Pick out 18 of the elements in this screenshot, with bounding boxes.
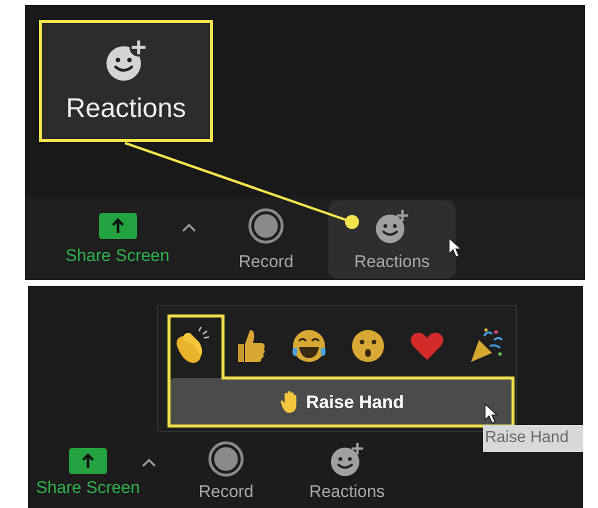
cursor-icon	[484, 403, 498, 425]
caret-icon[interactable]	[142, 458, 156, 467]
cursor-icon	[448, 237, 462, 259]
caret-icon[interactable]	[182, 223, 196, 232]
tooltip: Raise Hand	[483, 425, 583, 452]
record-button[interactable]: Record	[176, 434, 276, 502]
record-button[interactable]: Record	[216, 201, 316, 276]
record-icon	[247, 207, 285, 245]
share-screen-button[interactable]: Share Screen	[55, 201, 180, 270]
share-screen-button[interactable]: Share Screen	[36, 434, 140, 498]
raise-hand-button[interactable]: Raise Hand	[169, 378, 513, 426]
reactions-button[interactable]: Reactions	[329, 201, 455, 278]
smiley-plus-icon	[328, 440, 366, 478]
hand-icon	[278, 390, 298, 414]
callout-label: Reactions	[66, 93, 186, 124]
reactions-button[interactable]: Reactions	[292, 434, 402, 502]
smiley-plus-icon	[373, 207, 411, 245]
record-icon	[207, 440, 245, 478]
